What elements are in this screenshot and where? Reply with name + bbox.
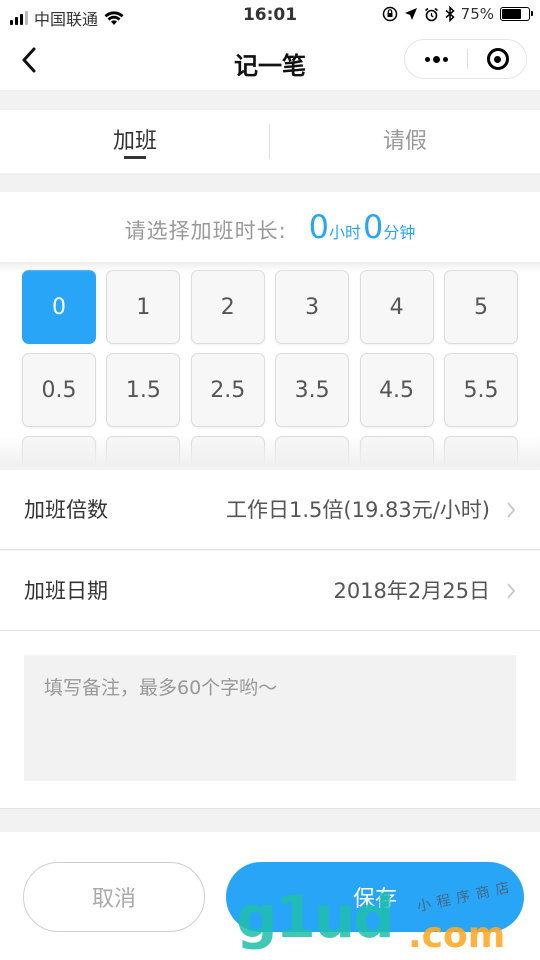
chevron-right-icon — [507, 583, 516, 599]
duration-prompt: 请选择加班时长: — [124, 219, 287, 243]
duration-option[interactable] — [443, 436, 518, 466]
battery-icon — [500, 7, 533, 21]
nav-bar: 记一笔 — [0, 32, 540, 90]
note-section — [0, 631, 540, 809]
overtime-rate-label: 加班倍数 — [24, 498, 108, 522]
note-input[interactable] — [24, 655, 516, 781]
orientation-lock-icon — [382, 6, 397, 22]
more-button[interactable] — [405, 40, 467, 78]
duration-hours: 0 — [308, 208, 330, 246]
duration-option[interactable]: 1 — [106, 270, 181, 344]
bluetooth-icon — [445, 6, 455, 22]
duration-option[interactable]: 0.5 — [22, 353, 96, 427]
status-right: 75% — [382, 5, 533, 23]
chevron-right-icon — [507, 502, 516, 518]
duration-option[interactable]: 4 — [359, 270, 434, 344]
duration-picker[interactable]: 0 1 2 3 4 5 0.5 1.5 2.5 3.5 4.5 5.5 — [0, 262, 540, 466]
alarm-icon — [424, 7, 438, 21]
overtime-date-label: 加班日期 — [24, 579, 108, 603]
duration-option[interactable]: 0 — [22, 270, 96, 344]
tab-overtime-label: 加班 — [112, 129, 157, 154]
location-arrow-icon — [404, 8, 417, 20]
overtime-rate-value: 工作日1.5倍(19.83元/小时) — [226, 498, 490, 522]
save-button[interactable]: 保存 — [226, 862, 524, 932]
overtime-rate-row[interactable]: 加班倍数 工作日1.5倍(19.83元/小时) — [0, 470, 540, 550]
duration-option[interactable] — [106, 436, 181, 466]
duration-option[interactable]: 2 — [190, 270, 265, 344]
bottom-actions: 取消 保存 — [0, 832, 540, 960]
duration-option[interactable]: 1.5 — [106, 353, 181, 427]
duration-option[interactable]: 5.5 — [443, 353, 518, 427]
more-dots-icon — [424, 56, 430, 62]
tab-overtime[interactable]: 加班 — [0, 110, 270, 173]
status-bar: 中国联通 16:01 75% — [0, 0, 540, 32]
duration-minutes: 0 — [363, 208, 384, 246]
cancel-button[interactable]: 取消 — [23, 862, 205, 932]
duration-option[interactable]: 5 — [443, 270, 518, 344]
close-button[interactable] — [468, 40, 527, 78]
duration-option[interactable]: 3 — [275, 270, 350, 344]
battery-percent: 75% — [460, 5, 494, 23]
duration-option[interactable] — [22, 436, 96, 466]
duration-option[interactable] — [275, 436, 350, 466]
duration-grid: 0 1 2 3 4 5 0.5 1.5 2.5 3.5 4.5 5.5 — [22, 270, 518, 466]
mini-program-capsule — [404, 39, 527, 79]
tab-leave[interactable]: 请假 — [270, 110, 540, 173]
overtime-date-row[interactable]: 加班日期 2018年2月25日 — [0, 551, 540, 631]
target-circle-icon — [486, 48, 509, 70]
battery-fill — [502, 9, 521, 19]
duration-option[interactable]: 4.5 — [359, 353, 434, 427]
duration-option[interactable] — [359, 436, 434, 466]
tab-active-indicator — [124, 156, 146, 159]
duration-hours-unit: 小时 — [329, 223, 362, 242]
tab-bar: 加班 请假 — [0, 110, 540, 173]
duration-option[interactable] — [190, 436, 265, 466]
duration-option[interactable]: 2.5 — [190, 353, 265, 427]
overtime-date-value: 2018年2月25日 — [333, 579, 490, 603]
duration-minutes-unit: 分钟 — [383, 223, 416, 242]
duration-option[interactable]: 3.5 — [275, 353, 350, 427]
duration-display: 请选择加班时长: 0 小时 0 分钟 — [0, 192, 540, 262]
tab-leave-label: 请假 — [382, 129, 427, 154]
